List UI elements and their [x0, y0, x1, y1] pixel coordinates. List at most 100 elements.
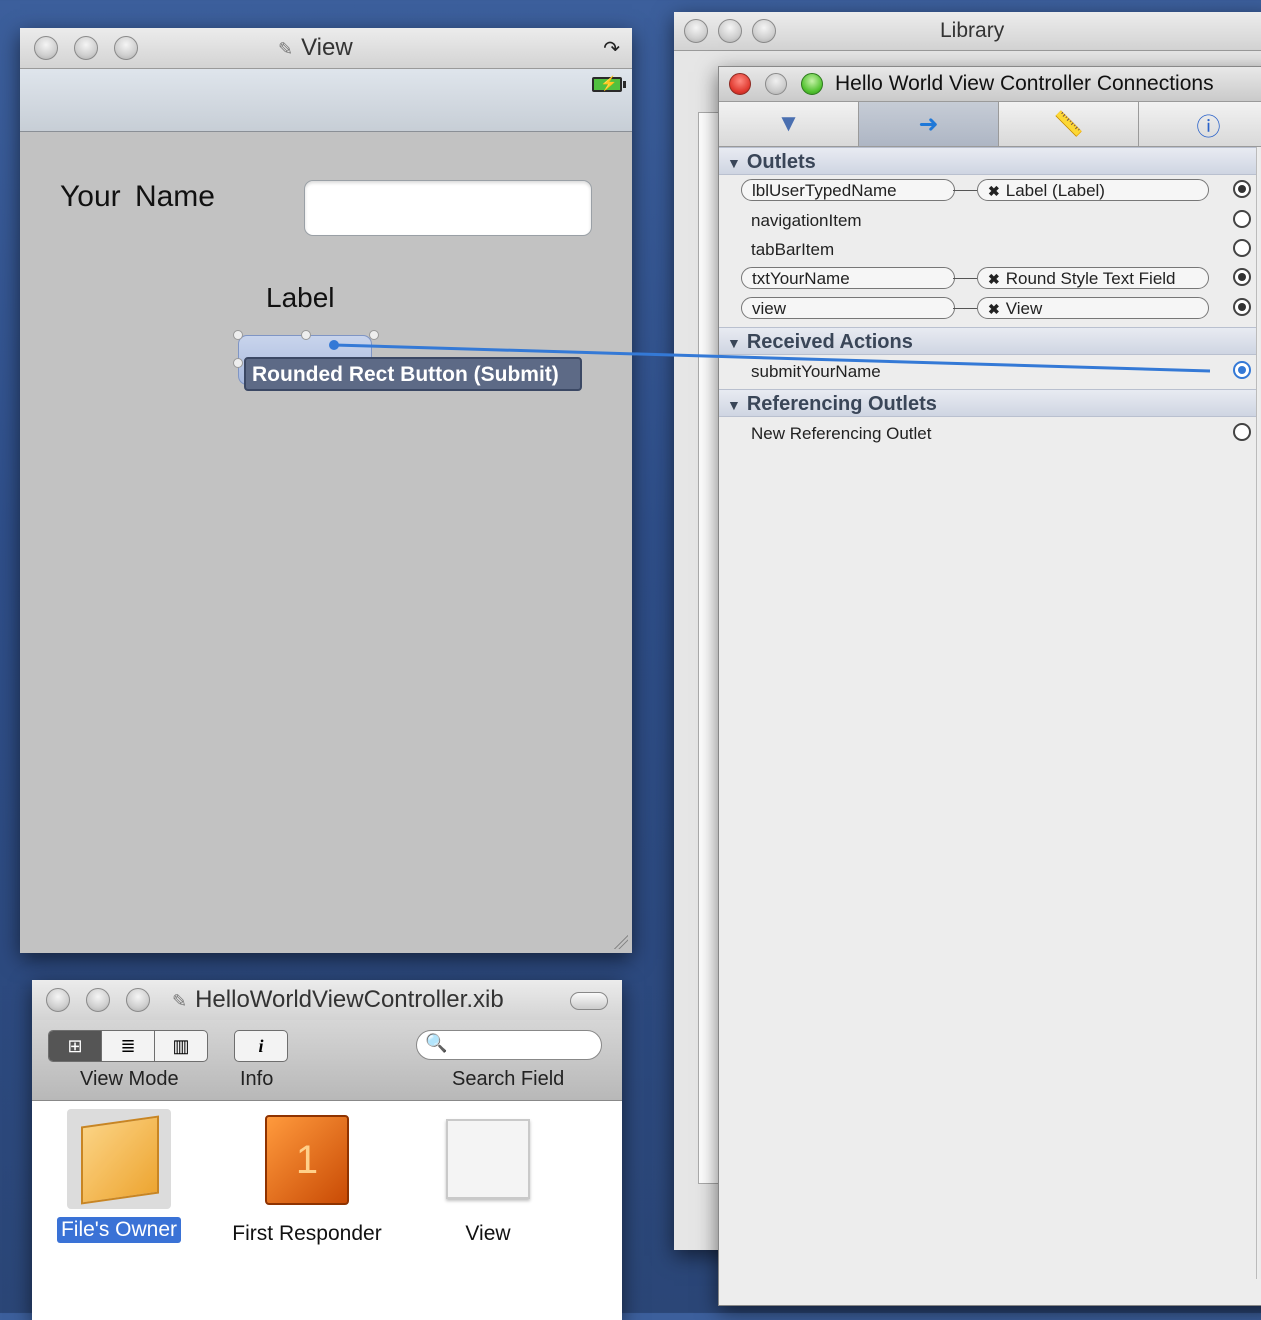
view-canvas[interactable]: Your Name Label Submit Rounded Rect Butt… — [20, 132, 632, 953]
disconnect-icon[interactable]: ✖ — [988, 301, 1000, 317]
search-field-label: Search Field — [452, 1068, 565, 1090]
zoom-button[interactable] — [126, 988, 150, 1012]
toolbar-toggle-button[interactable] — [570, 992, 608, 1010]
your-name-label: Your Name — [60, 180, 215, 213]
simulated-status-bar: ⚡ — [20, 69, 632, 132]
minimize-button[interactable] — [74, 36, 98, 60]
files-owner-label: File's Owner — [56, 1217, 182, 1243]
xib-toolbar: ⊞ ≣ ▥ i 🔍 View Mode Info Search Field — [32, 1020, 622, 1101]
connection-radio[interactable] — [1233, 298, 1251, 316]
connection-radio[interactable] — [1233, 210, 1251, 228]
battery-icon: ⚡ — [592, 75, 626, 92]
close-button[interactable] — [34, 36, 58, 60]
close-button[interactable] — [684, 19, 708, 43]
connections-titlebar: Hello World View Controller Connections — [719, 67, 1261, 102]
resize-handle[interactable] — [301, 330, 311, 340]
connections-panel: Hello World View Controller Connections … — [718, 66, 1261, 1306]
attributes-tab-icon[interactable]: ▼ — [719, 102, 859, 146]
info-label: Info — [240, 1068, 274, 1090]
resize-handle[interactable] — [369, 330, 379, 340]
connection-radio[interactable] — [1233, 268, 1251, 286]
minimize-button[interactable] — [86, 988, 110, 1012]
window-resize-grip[interactable] — [612, 933, 628, 949]
connection-radio[interactable] — [1233, 239, 1251, 257]
library-titlebar: Library — [674, 12, 1261, 51]
connection-radio[interactable] — [1233, 361, 1251, 379]
outlet-name: navigationItem — [751, 211, 862, 230]
first-responder-item[interactable]: 1 First Responder — [222, 1109, 392, 1247]
minimize-button[interactable] — [718, 19, 742, 43]
files-owner-icon — [67, 1109, 171, 1209]
disclosure-triangle-icon[interactable]: ▼ — [727, 335, 741, 351]
disconnect-icon[interactable]: ✖ — [988, 271, 1000, 287]
view-title: ✎ View — [278, 34, 353, 61]
search-field[interactable]: 🔍 — [416, 1030, 602, 1060]
view-window: ✎View ↷ ⚡ Your Name Label Submit Rounded… — [20, 28, 632, 953]
outlet-target[interactable]: ✖ Round Style Text Field — [977, 267, 1209, 289]
connections-tab-icon[interactable]: ➜ — [859, 102, 999, 146]
connection-radio[interactable] — [1233, 423, 1251, 441]
xib-doc-icon: ✎ — [172, 991, 188, 1011]
list-view-icon[interactable]: ≣ — [102, 1031, 155, 1061]
close-button[interactable] — [46, 988, 70, 1012]
xib-doc-icon: ✎ — [278, 39, 294, 59]
connection-line — [953, 308, 977, 309]
info-button[interactable]: i — [234, 1030, 288, 1062]
close-button[interactable] — [729, 73, 751, 95]
view-object-icon — [446, 1119, 530, 1199]
rotate-icon[interactable]: ↷ — [603, 36, 620, 61]
view-item[interactable]: View — [430, 1109, 546, 1247]
scrollbar[interactable] — [1256, 147, 1261, 1279]
view-mode-segmented[interactable]: ⊞ ≣ ▥ — [48, 1030, 208, 1062]
info-icon: i — [258, 1035, 264, 1056]
first-responder-icon: 1 — [265, 1115, 349, 1205]
outlet-row: view ✖ View — [719, 295, 1257, 323]
outlet-row: lblUserTypedName ✖ Label (Label) — [719, 177, 1257, 205]
resize-handle[interactable] — [233, 330, 243, 340]
outlet-row: tabBarItem — [719, 236, 1257, 264]
connection-radio[interactable] — [1233, 180, 1251, 198]
xib-window: ✎ HelloWorldViewController.xib ⊞ ≣ ▥ i 🔍 … — [32, 980, 622, 1320]
outlet-name: txtYourName — [741, 267, 955, 289]
received-actions-header[interactable]: ▼ Received Actions — [719, 327, 1257, 355]
button-tooltip: Rounded Rect Button (Submit) — [244, 357, 582, 391]
referencing-outlet-name: New Referencing Outlet — [751, 424, 932, 443]
info-tab-icon[interactable]: ⓘ — [1139, 102, 1261, 146]
outlet-name: lblUserTypedName — [741, 179, 955, 201]
connections-title: Hello World View Controller Connections — [835, 72, 1214, 95]
first-responder-label: First Responder — [232, 1222, 382, 1245]
label-element[interactable]: Label — [266, 282, 335, 314]
name-text-field[interactable] — [304, 180, 592, 236]
inspector-tabs: ▼ ➜ 📏 ⓘ — [719, 102, 1261, 147]
outlet-target[interactable]: ✖ Label (Label) — [977, 179, 1209, 201]
disclosure-triangle-icon[interactable]: ▼ — [727, 397, 741, 413]
disconnect-icon[interactable]: ✖ — [988, 183, 1000, 199]
library-list-edge — [698, 112, 720, 1184]
action-row: submitYourName — [719, 358, 1257, 386]
connection-line — [953, 278, 977, 279]
outlets-header[interactable]: ▼ Outlets — [719, 147, 1257, 175]
outlet-target[interactable]: ✖ View — [977, 297, 1209, 319]
column-view-icon[interactable]: ▥ — [155, 1031, 207, 1061]
outlet-name: view — [741, 297, 955, 319]
connection-line — [953, 190, 977, 191]
view-label: View — [465, 1222, 511, 1245]
resize-handle[interactable] — [233, 358, 243, 368]
minimize-button[interactable] — [765, 73, 787, 95]
zoom-button[interactable] — [114, 36, 138, 60]
xib-title: ✎ HelloWorldViewController.xib — [172, 986, 504, 1013]
zoom-button[interactable] — [752, 19, 776, 43]
outlet-name: tabBarItem — [751, 240, 835, 259]
view-titlebar: ✎ View ↷ — [20, 28, 632, 69]
zoom-button[interactable] — [801, 73, 823, 95]
view-mode-label: View Mode — [80, 1068, 179, 1090]
outlet-row: navigationItem — [719, 207, 1257, 235]
disclosure-triangle-icon[interactable]: ▼ — [727, 155, 741, 171]
referencing-row: New Referencing Outlet — [719, 420, 1257, 448]
files-owner-item[interactable]: File's Owner — [54, 1109, 184, 1243]
action-name: submitYourName — [751, 362, 881, 381]
referencing-outlets-header[interactable]: ▼ Referencing Outlets — [719, 389, 1257, 417]
outlet-row: txtYourName ✖ Round Style Text Field — [719, 265, 1257, 293]
size-tab-icon[interactable]: 📏 — [999, 102, 1139, 146]
icon-view-icon[interactable]: ⊞ — [49, 1031, 102, 1061]
